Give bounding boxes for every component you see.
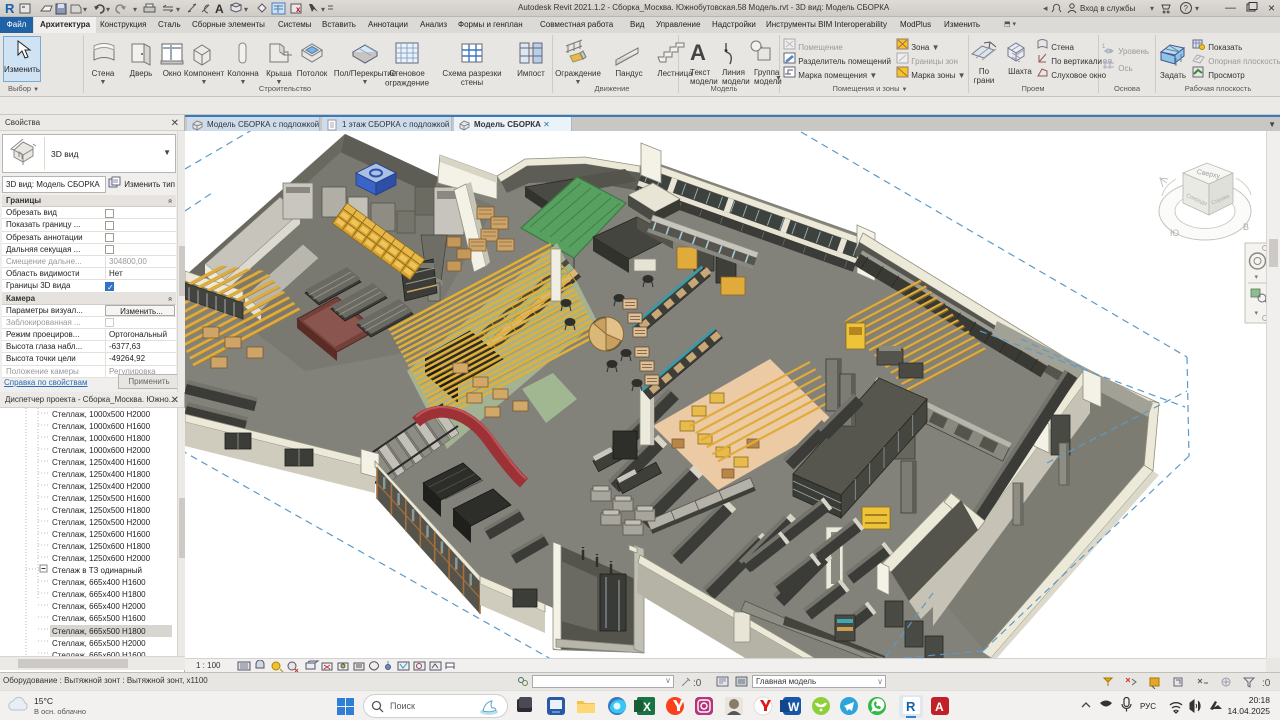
svg-text:РУС: РУС xyxy=(1140,702,1156,711)
svg-text:A: A xyxy=(935,700,944,714)
svg-text:Стеллаж, 1250x500 H2000: Стеллаж, 1250x500 H2000 xyxy=(52,518,151,527)
svg-text:▾: ▾ xyxy=(106,5,110,14)
svg-text:1: 1 xyxy=(1102,44,1106,50)
svg-text:Стеллаж, 1250x400 H1600: Стеллаж, 1250x400 H1600 xyxy=(52,458,151,467)
svg-text:Стеллаж, 1000x600 H1600: Стеллаж, 1000x600 H1600 xyxy=(52,422,151,431)
svg-text:▼: ▼ xyxy=(276,79,283,86)
svg-text:Дверь: Дверь xyxy=(130,69,153,78)
svg-text:Импост: Импост xyxy=(517,69,545,78)
svg-text:Стеллаж, 665x400 H1800: Стеллаж, 665x400 H1800 xyxy=(52,590,146,599)
svg-text:Пол/Перекрытие: Пол/Перекрытие xyxy=(334,69,397,78)
svg-text:Задать: Задать xyxy=(1160,71,1186,80)
svg-text:Стеллаж, 1250x600 H1800: Стеллаж, 1250x600 H1800 xyxy=(52,542,151,551)
svg-text:Стеллаж, 1250x600 H1600: Стеллаж, 1250x600 H1600 xyxy=(52,530,151,539)
svg-text:Стеллаж, 1000x600 H2000: Стеллаж, 1000x600 H2000 xyxy=(52,446,151,455)
svg-text:стены: стены xyxy=(461,78,483,87)
svg-text:Ю: Ю xyxy=(1170,228,1179,238)
svg-text::0: :0 xyxy=(1262,678,1271,689)
svg-text:Стеллаж, 665x500 H1800: Стеллаж, 665x500 H1800 xyxy=(52,627,146,636)
svg-text:Стена: Стена xyxy=(92,69,115,78)
svg-text:Текст: Текст xyxy=(690,68,710,77)
svg-text:◂: ◂ xyxy=(1043,3,1048,13)
svg-text:Потолок: Потолок xyxy=(297,69,328,78)
svg-text:▼: ▼ xyxy=(575,79,582,86)
svg-text:x: x xyxy=(296,5,301,14)
svg-text:Стелаж в ТЗ одинарный: Стелаж в ТЗ одинарный xyxy=(52,566,142,575)
svg-text:Схема разрезки: Схема разрезки xyxy=(442,69,501,78)
svg-text:модели: модели xyxy=(722,77,750,86)
svg-text:Стеллаж, 665x500 H1600: Стеллаж, 665x500 H1600 xyxy=(52,614,146,623)
svg-text:Линия: Линия xyxy=(722,68,745,77)
svg-text:▾: ▾ xyxy=(176,5,180,14)
svg-text:Стеновое: Стеновое xyxy=(389,69,425,78)
svg-text:Стеллаж, 1250x400 H1800: Стеллаж, 1250x400 H1800 xyxy=(52,470,151,479)
svg-text:—: — xyxy=(1225,2,1236,14)
svg-text:Крыша: Крыша xyxy=(266,69,292,78)
svg-text:Стеллаж, 1250x400 H2000: Стеллаж, 1250x400 H2000 xyxy=(52,482,151,491)
svg-text:15°C: 15°C xyxy=(34,696,53,706)
svg-text:Шахта: Шахта xyxy=(1008,67,1032,76)
svg-text:▾: ▾ xyxy=(321,5,325,14)
svg-text:Стеллаж, 665x400 H1600: Стеллаж, 665x400 H1600 xyxy=(52,578,146,587)
svg-text:A: A xyxy=(690,40,706,65)
svg-text:Ограждение: Ограждение xyxy=(555,69,601,78)
svg-text:Окно: Окно xyxy=(163,69,182,78)
svg-text:▼: ▼ xyxy=(201,79,208,86)
svg-text:▾: ▾ xyxy=(133,5,137,14)
svg-text:В осн. облачно: В осн. облачно xyxy=(34,707,86,716)
svg-text:W: W xyxy=(788,700,800,714)
svg-text:▼: ▼ xyxy=(240,79,247,86)
svg-text:В: В xyxy=(1243,222,1249,232)
svg-text:Вход в службы: Вход в службы xyxy=(1080,4,1136,13)
svg-text:По: По xyxy=(979,67,990,76)
svg-text:▾: ▾ xyxy=(1255,310,1259,317)
svg-text:R: R xyxy=(906,699,916,714)
svg-text:▾: ▾ xyxy=(244,5,248,14)
svg-text:?: ? xyxy=(1184,4,1189,13)
svg-text:Стеллаж, 1250x500 H1800: Стеллаж, 1250x500 H1800 xyxy=(52,506,151,515)
svg-text:X: X xyxy=(643,700,651,714)
svg-text:▾: ▾ xyxy=(1195,4,1199,13)
svg-text:Стеллаж, 1250x500 H1600: Стеллаж, 1250x500 H1600 xyxy=(52,494,151,503)
svg-text:Стеллаж, 1000x600 H1800: Стеллаж, 1000x600 H1800 xyxy=(52,434,151,443)
svg-text:Стеллаж, 1000x500 H2000: Стеллаж, 1000x500 H2000 xyxy=(52,410,151,419)
svg-text:▾: ▾ xyxy=(83,5,87,14)
svg-text:Стеллаж, 665x500 H2000: Стеллаж, 665x500 H2000 xyxy=(52,639,146,648)
svg-text:▼: ▼ xyxy=(775,75,782,82)
svg-text:Компонент: Компонент xyxy=(184,69,225,78)
svg-text:Пандус: Пандус xyxy=(615,69,642,78)
svg-text:▾: ▾ xyxy=(1255,274,1259,281)
svg-text:A: A xyxy=(215,2,224,16)
svg-text:Стеллаж, 1250x600 H2000: Стеллаж, 1250x600 H2000 xyxy=(52,554,151,563)
svg-text:R: R xyxy=(5,1,15,16)
svg-text::0: :0 xyxy=(693,678,702,689)
svg-text:грани: грани xyxy=(974,76,995,85)
svg-text:×: × xyxy=(1268,1,1275,15)
svg-text:▾: ▾ xyxy=(1150,4,1154,13)
svg-text:Колонна: Колонна xyxy=(227,69,259,78)
svg-text:Стеллаж, 665x400 H2000: Стеллаж, 665x400 H2000 xyxy=(52,602,146,611)
svg-text:модели: модели xyxy=(690,77,718,86)
svg-text:▼: ▼ xyxy=(100,79,107,86)
svg-text:▼: ▼ xyxy=(362,79,369,86)
svg-text:ограждение: ограждение xyxy=(385,79,430,88)
